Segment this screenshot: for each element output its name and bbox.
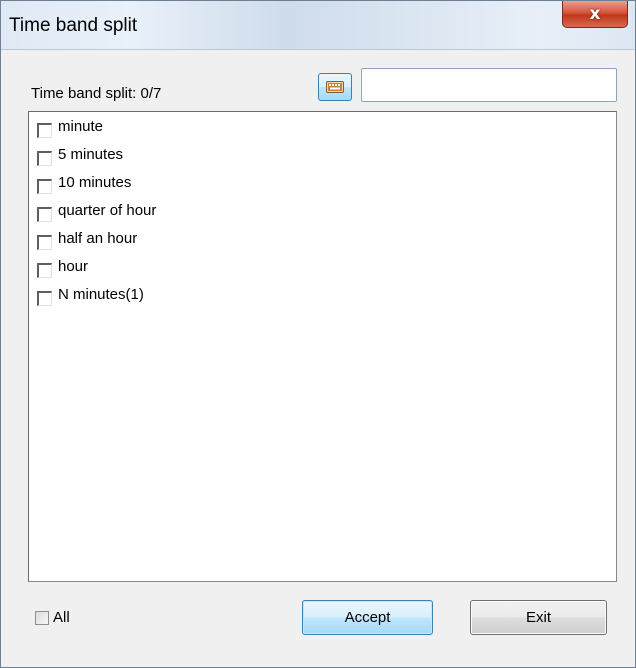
search-input[interactable] bbox=[361, 68, 617, 102]
list-item[interactable]: minute bbox=[37, 114, 103, 138]
exit-button[interactable]: Exit bbox=[470, 600, 607, 635]
list-item-label: N minutes(1) bbox=[58, 285, 144, 303]
keyboard-button[interactable] bbox=[318, 73, 352, 101]
dialog-window: Time band split x Time band split: 0/7 m… bbox=[0, 0, 636, 668]
select-all-label: All bbox=[53, 609, 70, 626]
item-checkbox[interactable] bbox=[37, 234, 52, 250]
select-all-checkbox[interactable] bbox=[35, 610, 49, 625]
item-checkbox[interactable] bbox=[37, 290, 52, 306]
list-item-label: 10 minutes bbox=[58, 173, 132, 191]
list-item-label: half an hour bbox=[58, 229, 138, 247]
title-bar[interactable]: Time band split x bbox=[1, 1, 635, 50]
list-item-label: hour bbox=[58, 257, 89, 275]
item-checkbox[interactable] bbox=[37, 206, 52, 222]
keyboard-icon bbox=[326, 81, 344, 93]
list-item[interactable]: 10 minutes bbox=[37, 170, 131, 194]
item-checkbox[interactable] bbox=[37, 150, 52, 166]
list-item[interactable]: 5 minutes bbox=[37, 142, 123, 166]
list-item[interactable]: quarter of hour bbox=[37, 198, 156, 222]
item-checkbox[interactable] bbox=[37, 122, 52, 138]
list-item-label: minute bbox=[58, 117, 104, 135]
list-item-label: 5 minutes bbox=[58, 145, 124, 163]
list-item[interactable]: half an hour bbox=[37, 226, 137, 250]
select-all-control[interactable]: All bbox=[35, 609, 70, 626]
time-band-listbox[interactable]: minute 5 minutes 10 minutes quarter of h… bbox=[28, 111, 617, 582]
list-item[interactable]: hour bbox=[37, 254, 88, 278]
item-checkbox[interactable] bbox=[37, 178, 52, 194]
item-checkbox[interactable] bbox=[37, 262, 52, 278]
selection-count-label: Time band split: 0/7 bbox=[31, 85, 162, 102]
close-button[interactable]: x bbox=[562, 1, 628, 28]
list-item[interactable]: N minutes(1) bbox=[37, 282, 144, 306]
accept-button[interactable]: Accept bbox=[302, 600, 433, 635]
list-item-label: quarter of hour bbox=[58, 201, 157, 219]
window-title: Time band split bbox=[9, 15, 138, 36]
close-icon: x bbox=[589, 3, 601, 24]
